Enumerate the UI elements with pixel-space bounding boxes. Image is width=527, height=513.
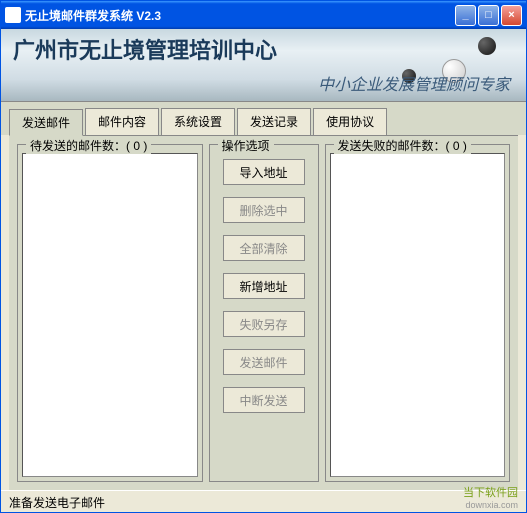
app-icon [5, 7, 21, 23]
operations-panel: 操作选项 导入地址 删除选中 全部清除 新增地址 失败另存 发送邮件 中断发送 [209, 144, 319, 482]
operations-group: 操作选项 导入地址 删除选中 全部清除 新增地址 失败另存 发送邮件 中断发送 [209, 144, 319, 482]
watermark-text: 当下软件园 [463, 487, 518, 499]
tab-mail-content[interactable]: 邮件内容 [85, 108, 159, 135]
banner-subtitle: 中小企业发展管理顾问专家 [318, 71, 510, 95]
failed-group: 发送失败的邮件数：( 0 ) [325, 144, 511, 482]
tab-send-log[interactable]: 发送记录 [237, 108, 311, 135]
minimize-button[interactable]: _ [455, 5, 476, 26]
go-stone-icon [478, 37, 496, 55]
watermark: 当下软件园 downxia.com [463, 484, 518, 510]
titlebar: 无止境邮件群发系统 V2.3 _ □ × [1, 1, 526, 29]
save-failed-button[interactable]: 失败另存 [223, 311, 305, 337]
failed-label: 发送失败的邮件数：( 0 ) [334, 137, 471, 154]
banner: 广州市无止境管理培训中心 中小企业发展管理顾问专家 [1, 29, 526, 102]
window-controls: _ □ × [455, 5, 522, 26]
pending-panel: 待发送的邮件数：( 0 ) [17, 144, 203, 482]
status-bar: 准备发送电子邮件 当下软件园 downxia.com [1, 490, 526, 512]
delete-selected-button[interactable]: 删除选中 [223, 197, 305, 223]
tab-license[interactable]: 使用协议 [313, 108, 387, 135]
clear-all-button[interactable]: 全部清除 [223, 235, 305, 261]
window-title: 无止境邮件群发系统 V2.3 [25, 7, 455, 24]
close-button[interactable]: × [501, 5, 522, 26]
maximize-button[interactable]: □ [478, 5, 499, 26]
watermark-url: downxia.com [463, 500, 518, 510]
app-window: 无止境邮件群发系统 V2.3 _ □ × 广州市无止境管理培训中心 中小企业发展… [0, 0, 527, 513]
operations-label: 操作选项 [218, 137, 274, 154]
stop-send-button[interactable]: 中断发送 [223, 387, 305, 413]
failed-panel: 发送失败的邮件数：( 0 ) [325, 144, 511, 482]
import-address-button[interactable]: 导入地址 [223, 159, 305, 185]
tab-send-mail[interactable]: 发送邮件 [9, 109, 83, 136]
pending-label: 待发送的邮件数：( 0 ) [26, 137, 151, 154]
tab-system-settings[interactable]: 系统设置 [161, 108, 235, 135]
pending-group: 待发送的邮件数：( 0 ) [17, 144, 203, 482]
content-area: 待发送的邮件数：( 0 ) 操作选项 导入地址 删除选中 全部清除 新增地址 失… [9, 135, 518, 490]
tab-bar: 发送邮件 邮件内容 系统设置 发送记录 使用协议 [1, 102, 526, 135]
send-mail-button[interactable]: 发送邮件 [223, 349, 305, 375]
add-address-button[interactable]: 新增地址 [223, 273, 305, 299]
status-text: 准备发送电子邮件 [9, 496, 105, 510]
failed-listbox[interactable] [330, 153, 506, 477]
pending-listbox[interactable] [22, 153, 198, 477]
